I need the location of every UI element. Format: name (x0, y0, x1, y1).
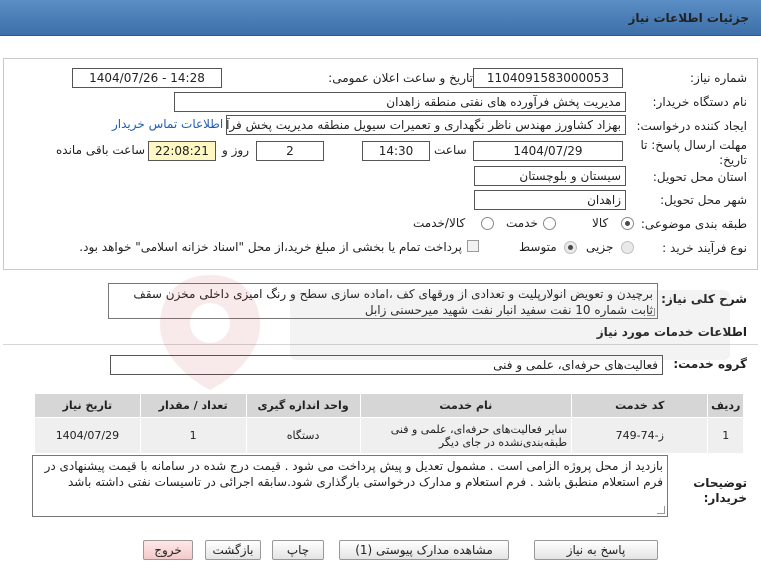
payment-note: پرداخت تمام یا بخشی از مبلغ خرید،از محل … (79, 240, 462, 254)
days-field: 2 (256, 141, 324, 161)
col-unit: واحد اندازه گیری (245, 393, 361, 418)
category-goods-label: کالا (592, 216, 609, 230)
category-radio-service[interactable] (543, 217, 556, 230)
process-radio-medium[interactable] (564, 241, 577, 254)
cell-unit: دستگاه (245, 417, 361, 454)
description-textarea: برچیدن و تعویض انولارپلیت و تعدادی از ور… (108, 283, 658, 319)
deadline-time-field: 14:30 (362, 141, 430, 161)
description-text: برچیدن و تعویض انولارپلیت و تعدادی از ور… (133, 287, 653, 317)
table-header-row: تاریخ نیاز تعداد / مقدار واحد اندازه گیر… (34, 393, 744, 418)
info-panel (3, 58, 758, 270)
buyer-notes-text: بازدید از محل پروژه الزامی است . مشمول ت… (44, 459, 663, 489)
city-field: زاهدان (474, 190, 626, 210)
back-button[interactable]: بازگشت (205, 540, 261, 560)
table-row: 1404/07/29 1 دستگاه سایر فعالیت‌های حرفه… (34, 417, 744, 454)
cell-row-number: 1 (707, 417, 744, 454)
cell-service-code: ز-74-749 (571, 417, 709, 454)
deadline-label: مهلت ارسال پاسخ: تا (640, 138, 747, 152)
treasury-checkbox[interactable] (467, 240, 479, 252)
col-service-name: نام خدمت (359, 393, 573, 418)
cell-service-name: سایر فعالیت‌های حرفه‌ای، علمی و فنی طبقه… (359, 417, 573, 454)
buyer-notes-label-2: خریدار: (703, 491, 747, 505)
cell-quantity: 1 (139, 417, 247, 454)
process-label: نوع فرآیند خرید : (662, 241, 747, 255)
resize-handle-icon[interactable] (657, 506, 665, 514)
creator-field: بهزاد کشاورز مهندس ناظر نگهداری و تعمیرا… (226, 115, 626, 135)
services-table: تاریخ نیاز تعداد / مقدار واحد اندازه گیر… (34, 393, 744, 454)
exit-button[interactable]: خروج (143, 540, 193, 560)
city-label: شهر محل تحویل: (660, 193, 747, 207)
category-goods-service-label: کالا/خدمت (413, 216, 466, 230)
service-group-label: گروه خدمت: (673, 357, 747, 371)
section-divider (3, 344, 758, 345)
col-need-date: تاریخ نیاز (34, 393, 141, 418)
contact-buyer-link[interactable]: اطلاعات تماس خریدار (112, 117, 223, 131)
attachments-button[interactable]: مشاهده مدارک پیوستی (1) (339, 540, 509, 560)
buyer-org-field: مدیریت پخش فرآورده های نفتی منطقه زاهدان (174, 92, 626, 112)
process-medium-label: متوسط (519, 240, 557, 254)
category-label: طبقه بندی موضوعی: (640, 217, 747, 231)
process-radio-minor[interactable] (621, 241, 634, 254)
services-section-title: اطلاعات خدمات مورد نیاز (596, 325, 747, 339)
deadline-label-date: تاریخ: (719, 153, 747, 167)
col-quantity: تعداد / مقدار (139, 393, 247, 418)
col-row-number: ردیف (707, 393, 744, 418)
buyer-notes-textarea: بازدید از محل پروژه الزامی است . مشمول ت… (32, 455, 668, 517)
process-minor-label: جزیی (586, 240, 614, 254)
need-number-field: 1104091583000053 (473, 68, 623, 88)
announce-label: تاریخ و ساعت اعلان عمومی: (328, 71, 473, 85)
announce-field: 1404/07/26 - 14:28 (72, 68, 222, 88)
print-button[interactable]: چاپ (272, 540, 324, 560)
category-radio-goods[interactable] (621, 217, 634, 230)
buyer-notes-label-1: توضیحات (693, 476, 747, 490)
service-group-field: فعالیت‌های حرفه‌ای، علمی و فنی (110, 355, 663, 375)
reply-button[interactable]: پاسخ به نیاز (534, 540, 658, 560)
resize-handle-icon[interactable] (647, 308, 655, 316)
creator-label: ایجاد کننده درخواست: (636, 119, 747, 133)
category-radio-goods-service[interactable] (481, 217, 494, 230)
deadline-time-label: ساعت (434, 143, 467, 157)
province-label: استان محل تحویل: (652, 170, 747, 184)
page-title: جزئیات اطلاعات نیاز (628, 11, 749, 25)
province-field: سیستان و بلوچستان (474, 166, 626, 186)
need-number-label: شماره نیاز: (690, 71, 747, 85)
buyer-org-label: نام دستگاه خریدار: (652, 95, 748, 109)
col-service-code: کد خدمت (571, 393, 709, 418)
remaining-time-field: 22:08:21 (148, 141, 216, 161)
deadline-date-field: 1404/07/29 (473, 141, 623, 161)
cell-need-date: 1404/07/29 (34, 417, 141, 454)
description-label: شرح کلی نیاز: (661, 292, 747, 306)
days-label: روز و (222, 143, 249, 157)
category-service-label: خدمت (506, 216, 538, 230)
remaining-label: ساعت باقی مانده (56, 143, 146, 157)
